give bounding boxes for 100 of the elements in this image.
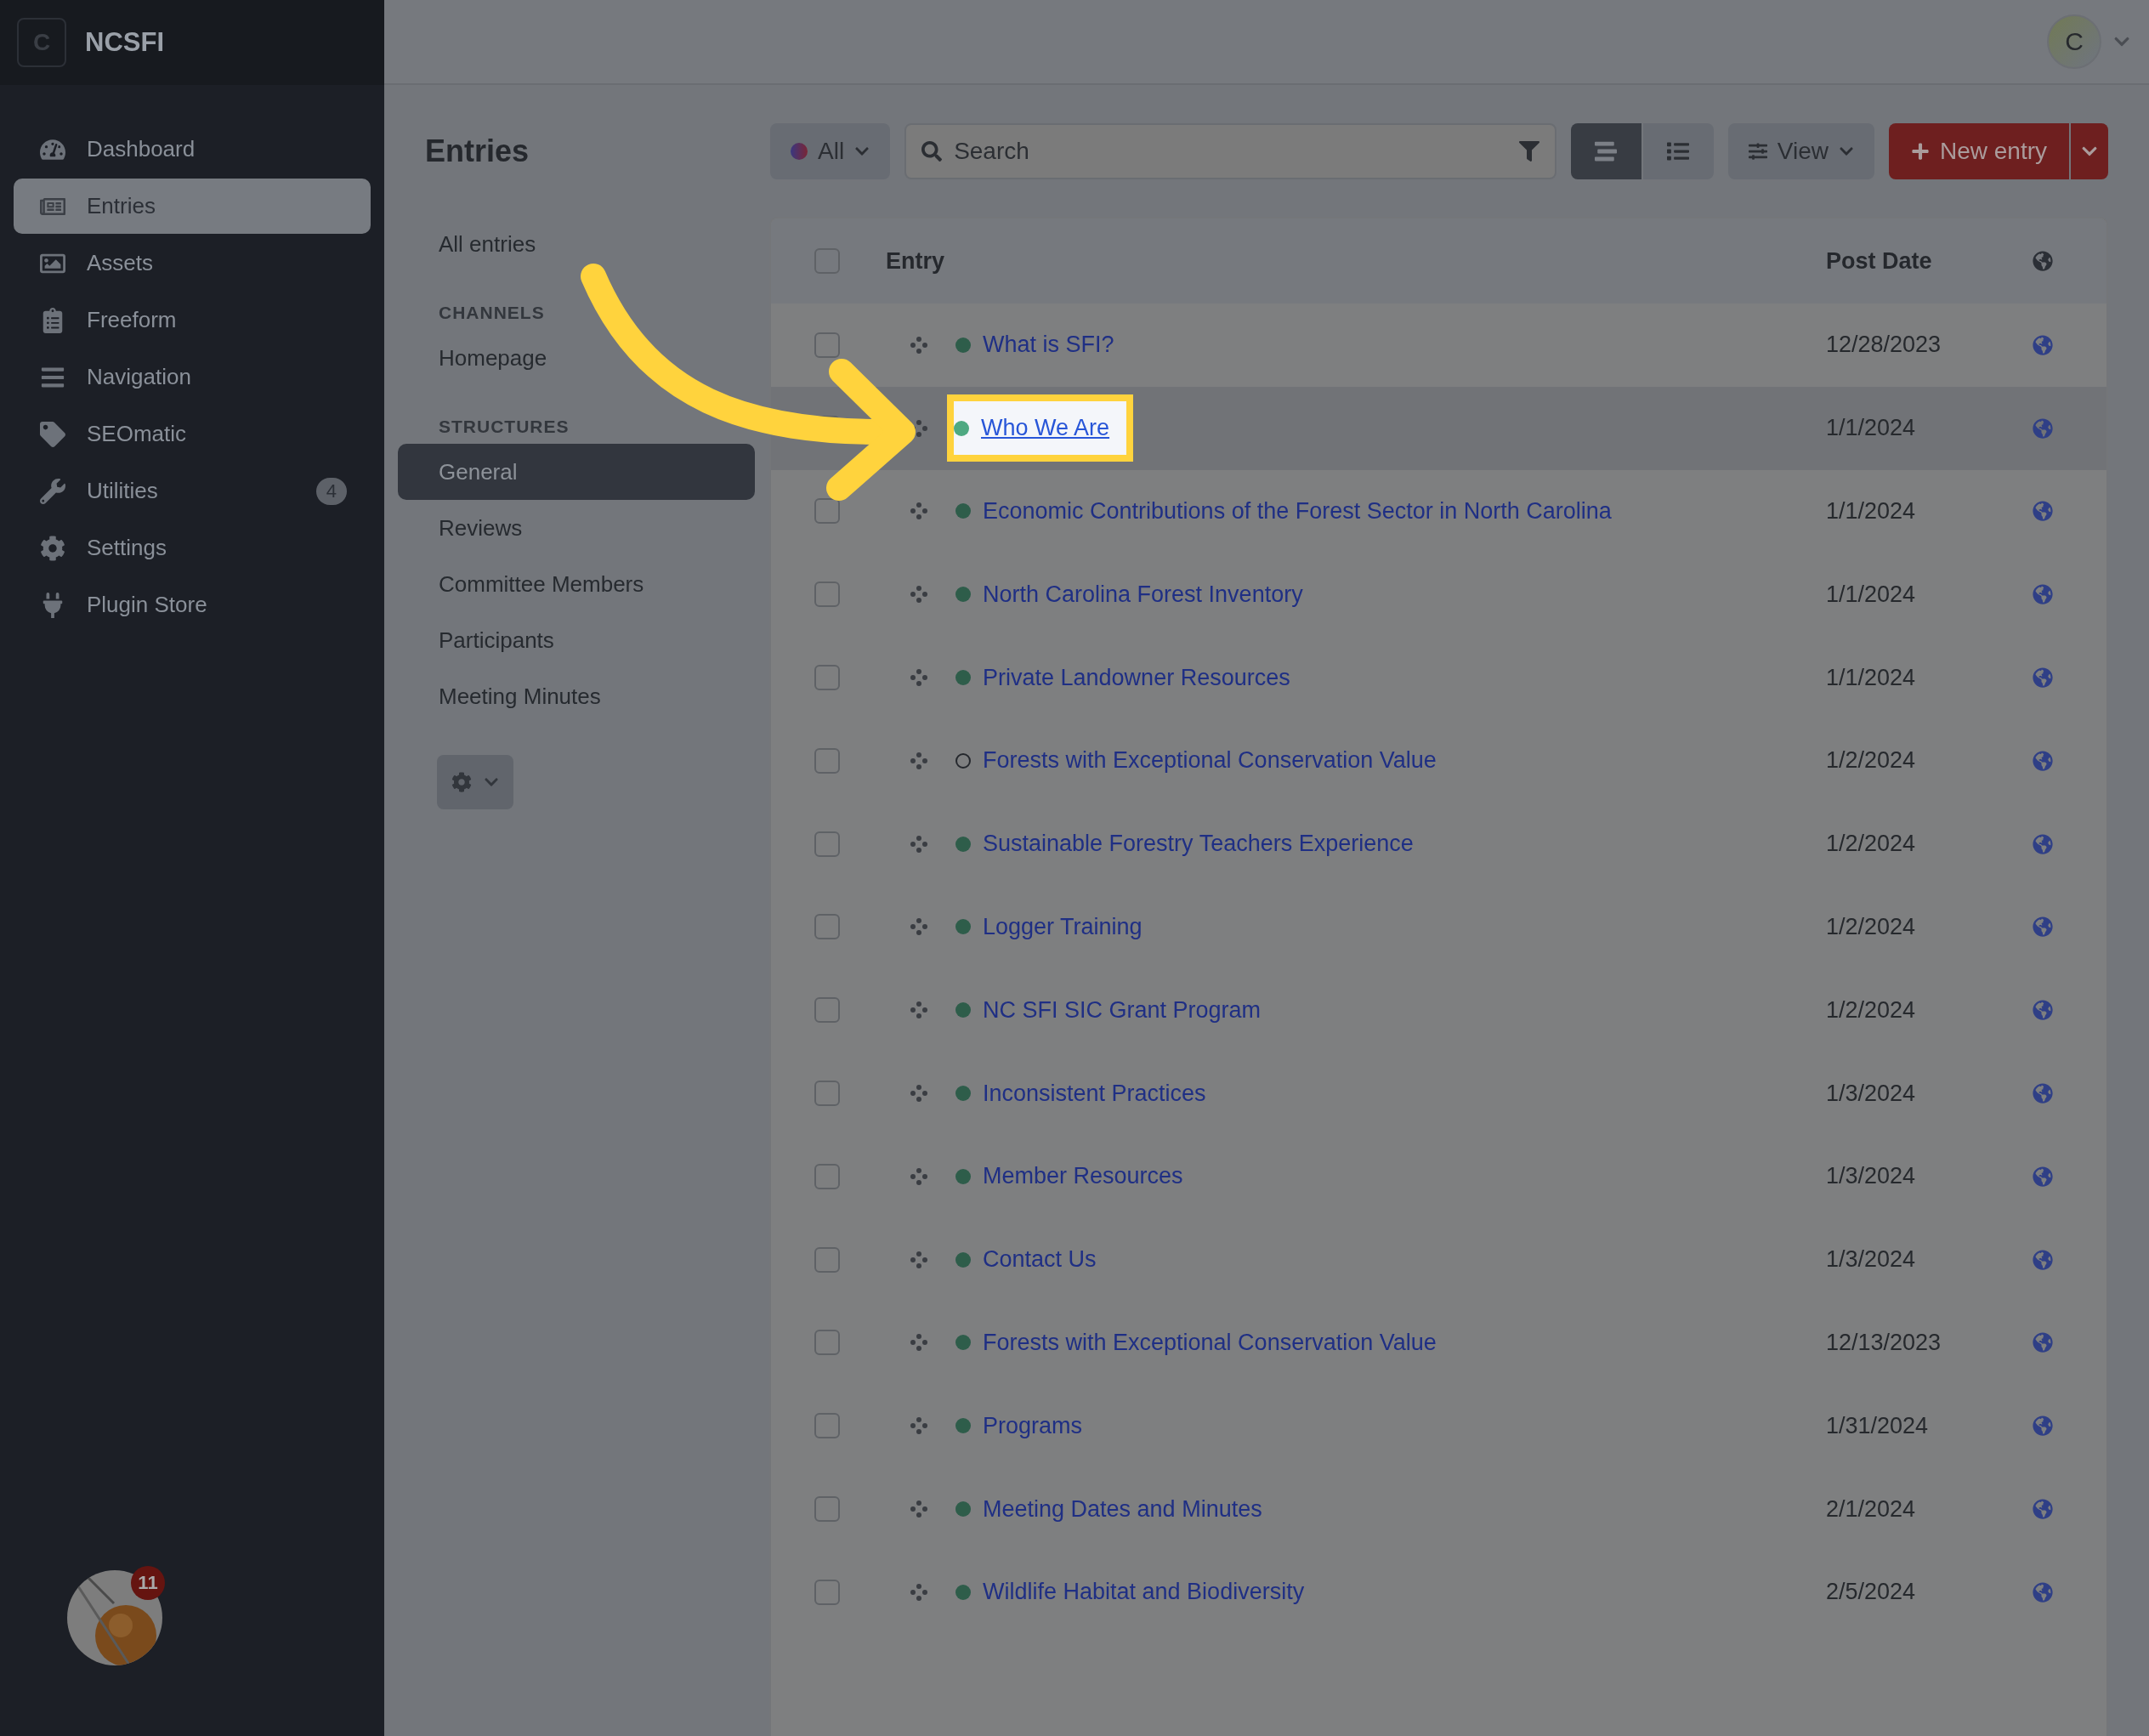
source-item[interactable]: Meeting Minutes [398, 668, 755, 724]
source-item[interactable]: All entries [398, 216, 755, 272]
settings-icon [40, 535, 65, 561]
entry-link[interactable]: Sustainable Forestry Teachers Experience [983, 831, 1414, 858]
row-checkbox[interactable] [814, 582, 840, 608]
drag-handle-icon[interactable] [910, 1501, 927, 1518]
globe-icon [2033, 750, 2053, 771]
row-checkbox[interactable] [814, 914, 840, 940]
search-input[interactable]: Search [952, 125, 1509, 178]
source-item[interactable]: General [398, 444, 755, 500]
drag-handle-icon[interactable] [910, 336, 927, 354]
column-header[interactable]: Entry [840, 247, 945, 275]
globe-icon [2033, 417, 2053, 439]
structure-view-button[interactable] [1570, 123, 1642, 179]
section-heading: CHANNELS [438, 302, 546, 324]
globe-icon [2033, 916, 2053, 938]
entry-link[interactable]: Private Landowner Resources [983, 664, 1290, 691]
drag-handle-icon[interactable] [910, 502, 927, 520]
sidebar-item[interactable]: SEOmatic [14, 406, 371, 462]
sidebar-item[interactable]: Assets [14, 235, 371, 291]
row-checkbox[interactable] [814, 1579, 840, 1605]
post-date: 1/2/2024 [1826, 913, 1916, 940]
list-view-button[interactable] [1642, 123, 1714, 179]
entry-link[interactable]: Economic Contributions of the Forest Sector in North Carolina [983, 498, 1612, 525]
select-all-checkbox[interactable] [814, 248, 840, 274]
status-filter-button[interactable]: All [770, 123, 891, 179]
globe-icon [2033, 1499, 2053, 1520]
drag-handle-icon[interactable] [910, 835, 927, 853]
sidebar-item[interactable]: Dashboard [14, 122, 371, 177]
entry-link[interactable]: Inconsistent Practices [983, 1080, 1206, 1107]
sidebar-item[interactable]: Freeform [14, 292, 371, 348]
entry-link[interactable]: North Carolina Forest Inventory [983, 581, 1303, 608]
source-item[interactable]: Homepage [398, 330, 755, 386]
sidebar-item[interactable]: Navigation [14, 349, 371, 405]
column-header[interactable]: Post Date [1826, 247, 1932, 275]
sidebar-item[interactable]: Entries [14, 179, 371, 234]
settings-menu-button[interactable] [437, 755, 513, 809]
search-field[interactable]: Search [904, 123, 1556, 179]
entry-link[interactable]: What is SFI? [983, 332, 1114, 359]
settings-icon [451, 772, 472, 792]
row-checkbox[interactable] [814, 831, 840, 857]
drag-handle-icon[interactable] [910, 1251, 927, 1268]
row-checkbox[interactable] [814, 1330, 840, 1356]
drag-handle-icon[interactable] [910, 752, 927, 769]
search-icon [921, 141, 943, 162]
entry-link[interactable]: Contact Us [983, 1246, 1097, 1274]
entry-link[interactable]: Forests with Exceptional Conservation Value [983, 747, 1437, 774]
drag-handle-icon[interactable] [910, 1085, 927, 1103]
filter-icon[interactable] [1518, 141, 1539, 162]
post-date: 2/5/2024 [1826, 1579, 1916, 1606]
sidebar-item[interactable]: Settings [14, 520, 371, 576]
tag-icon [40, 421, 65, 447]
drag-handle-icon[interactable] [910, 918, 927, 936]
entry-link[interactable]: Programs [983, 1412, 1083, 1439]
drag-handle-icon[interactable] [910, 1417, 927, 1435]
row-checkbox[interactable] [814, 1413, 840, 1439]
sidebar-label: Freeform [87, 307, 178, 333]
drag-handle-icon[interactable] [910, 1334, 927, 1352]
globe-icon [2033, 501, 2053, 522]
entry-link[interactable]: NC SFI SIC Grant Program [983, 996, 1262, 1024]
post-date: 1/1/2024 [1826, 664, 1916, 691]
user-avatar[interactable]: C [2047, 14, 2101, 69]
drag-handle-icon[interactable] [910, 669, 927, 687]
drag-handle-icon[interactable] [910, 1167, 927, 1185]
row-checkbox[interactable] [814, 1081, 840, 1107]
globe-icon [2033, 1249, 2053, 1270]
post-date: 1/2/2024 [1826, 831, 1916, 858]
status-icon [791, 143, 808, 160]
indented-list-icon [1595, 140, 1618, 162]
view-button[interactable]: View [1727, 123, 1874, 179]
entry-link[interactable]: Forests with Exceptional Conservation Value [983, 1329, 1437, 1356]
new-entry-menu-button[interactable] [2071, 123, 2108, 179]
row-checkbox[interactable] [814, 1163, 840, 1189]
entry-link[interactable]: Logger Training [983, 913, 1143, 940]
entry-link[interactable]: Member Resources [983, 1163, 1183, 1190]
sidebar-label: Entries [87, 193, 156, 219]
post-date: 1/3/2024 [1826, 1163, 1916, 1190]
drag-handle-icon[interactable] [910, 1583, 927, 1601]
row-checkbox[interactable] [814, 1496, 840, 1523]
post-date: 12/28/2023 [1826, 332, 1942, 359]
sidebar-label: SEOmatic [87, 421, 188, 447]
drag-handle-icon[interactable] [910, 586, 927, 604]
row-checkbox[interactable] [814, 997, 840, 1024]
source-item[interactable]: Reviews [398, 500, 755, 556]
row-checkbox[interactable] [814, 665, 840, 691]
row-checkbox[interactable] [814, 1246, 840, 1273]
post-date: 1/1/2024 [1826, 498, 1916, 525]
source-item[interactable]: Participants [398, 612, 755, 668]
notification-badge: 11 [131, 1566, 165, 1600]
drag-handle-icon[interactable] [910, 1001, 927, 1019]
entry-link[interactable]: Who We Are [981, 415, 1110, 442]
row-checkbox[interactable] [814, 332, 840, 358]
source-item[interactable]: Committee Members [398, 556, 755, 612]
row-checkbox[interactable] [814, 498, 840, 525]
sidebar-item[interactable]: Plugin Store [14, 577, 371, 633]
new-entry-button[interactable]: New entry [1888, 123, 2069, 179]
entry-link[interactable]: Meeting Dates and Minutes [983, 1495, 1262, 1523]
row-checkbox[interactable] [814, 747, 840, 774]
entry-link[interactable]: Wildlife Habitat and Biodiversity [983, 1579, 1305, 1606]
post-date: 1/31/2024 [1826, 1412, 1929, 1439]
